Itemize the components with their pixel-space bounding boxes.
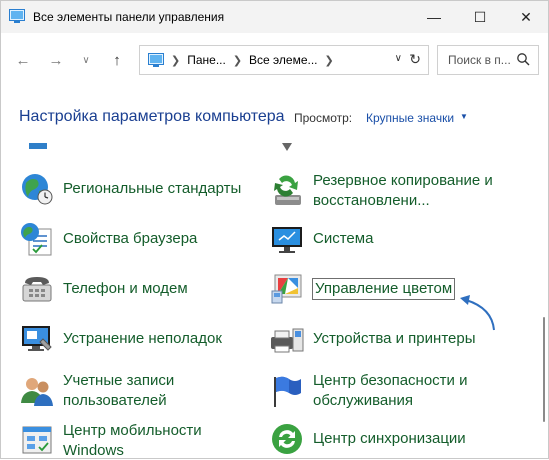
breadcrumb-all-items[interactable]: Все элеме... — [249, 53, 317, 67]
item-mobility-center[interactable]: Центр мобильности Windows — [19, 421, 202, 460]
arrow-right-icon: → — [48, 51, 64, 69]
globe-clock-icon — [22, 174, 53, 205]
search-input[interactable]: Поиск в п... — [437, 45, 539, 75]
item-phone-modem[interactable]: Телефон и модем — [19, 271, 188, 307]
color-monitor-icon — [271, 274, 302, 304]
item-label[interactable]: Центр безопасности и обслуживания — [313, 371, 467, 411]
view-by-label: Просмотр: — [294, 111, 353, 125]
users-icon — [21, 378, 53, 406]
item-label-line1: Центр безопасности и — [313, 372, 468, 389]
item-label[interactable]: Устройства и принтеры — [313, 329, 475, 349]
minimize-icon: — — [427, 9, 441, 25]
item-sync-center[interactable]: Центр синхронизации — [269, 421, 466, 457]
control-panel-icon — [148, 53, 164, 67]
breadcrumb-control-panel[interactable]: Пане... — [187, 53, 226, 67]
printer-icon — [271, 328, 304, 353]
item-label[interactable]: Центр мобильности Windows — [63, 421, 202, 460]
item-label-line2: Windows — [63, 442, 124, 459]
item-label[interactable]: Региональные стандарты — [63, 179, 241, 199]
refresh-icon[interactable]: ↻ — [409, 51, 421, 68]
sync-icon — [272, 424, 302, 454]
page-title: Настройка параметров компьютера — [19, 108, 285, 125]
item-label[interactable]: Телефон и модем — [63, 279, 188, 299]
flag-icon — [274, 376, 301, 407]
item-color-management[interactable]: Управление цветом — [269, 271, 456, 307]
item-label-line1: Резервное копирование и — [313, 172, 493, 189]
back-button[interactable]: ← — [10, 47, 36, 73]
item-security-center[interactable]: Центр безопасности и обслуживания — [269, 371, 467, 411]
maximize-button[interactable]: ☐ — [457, 1, 503, 33]
scrollbar-thumb[interactable] — [543, 317, 545, 422]
item-user-accounts[interactable]: Учетные записи пользователей — [19, 371, 174, 411]
item-label[interactable]: Система — [313, 229, 373, 249]
item-label-line1: Центр мобильности — [63, 422, 202, 439]
search-placeholder: Поиск в п... — [448, 53, 511, 67]
item-label[interactable]: Устранение неполадок — [63, 329, 222, 349]
troubleshoot-icon — [22, 326, 52, 351]
item-label[interactable]: Резервное копирование и восстановлени... — [313, 171, 493, 211]
item-label-line2: обслуживания — [313, 392, 414, 409]
item-regional[interactable]: Региональные стандарты — [19, 171, 241, 207]
annotation-arrow-icon — [460, 295, 495, 331]
chevron-right-icon: ❯ — [324, 54, 334, 67]
browser-settings-icon — [21, 223, 52, 256]
item-label-line2: пользователей — [63, 392, 167, 409]
view-by-dropdown[interactable]: Крупные значки — [366, 111, 454, 125]
system-monitor-icon — [272, 227, 302, 253]
control-panel-icon — [9, 9, 25, 23]
item-label[interactable]: Управление цветом — [311, 278, 456, 300]
item-backup[interactable]: Резервное копирование и восстановлени... — [269, 171, 493, 211]
item-internet-options[interactable]: Свойства браузера — [19, 221, 197, 257]
forward-button[interactable]: → — [43, 47, 69, 73]
arrow-left-icon: ← — [15, 51, 31, 69]
item-label[interactable]: Центр синхронизации — [313, 429, 466, 449]
search-icon — [517, 53, 530, 66]
backup-icon — [274, 175, 301, 205]
minimize-button[interactable]: — — [411, 1, 457, 33]
up-button[interactable]: ↑ — [104, 47, 130, 73]
title-bar[interactable]: Все элементы панели управления — ☐ ✕ — [1, 1, 548, 33]
navigation-bar: ← → ∨ ↑ ❯ Пане... ❯ Все элеме... ❯ ∨ ↻ П… — [1, 41, 548, 79]
recent-locations-button[interactable]: ∨ — [73, 47, 99, 73]
mobility-icon — [22, 426, 52, 454]
item-label-line2: восстановлени... — [313, 192, 430, 209]
chevron-right-icon: ❯ — [171, 54, 181, 67]
content-header: Настройка параметров компьютера Просмотр… — [19, 108, 539, 130]
address-dropdown-icon[interactable]: ∨ — [395, 53, 402, 64]
item-label[interactable]: Учетные записи пользователей — [63, 371, 174, 411]
chevron-right-icon: ❯ — [232, 54, 243, 67]
item-devices-printers[interactable]: Устройства и принтеры — [269, 321, 475, 357]
phone-icon — [22, 277, 52, 302]
item-troubleshooting[interactable]: Устранение неполадок — [19, 321, 222, 357]
window-title: Все элементы панели управления — [33, 10, 225, 24]
maximize-icon: ☐ — [473, 8, 487, 25]
control-panel-window: Все элементы панели управления — ☐ ✕ ← →… — [0, 0, 549, 459]
close-icon: ✕ — [520, 8, 532, 25]
item-system[interactable]: Система — [269, 221, 373, 257]
item-label-line1: Учетные записи — [63, 372, 175, 389]
item-label[interactable]: Свойства браузера — [63, 229, 197, 249]
close-button[interactable]: ✕ — [503, 1, 549, 33]
address-bar[interactable]: ❯ Пане... ❯ Все элеме... ❯ ∨ ↻ — [139, 45, 429, 75]
chevron-down-icon: ∨ — [82, 54, 90, 66]
caret-down-icon[interactable]: ▼ — [460, 112, 468, 121]
arrow-up-icon: ↑ — [113, 51, 121, 69]
